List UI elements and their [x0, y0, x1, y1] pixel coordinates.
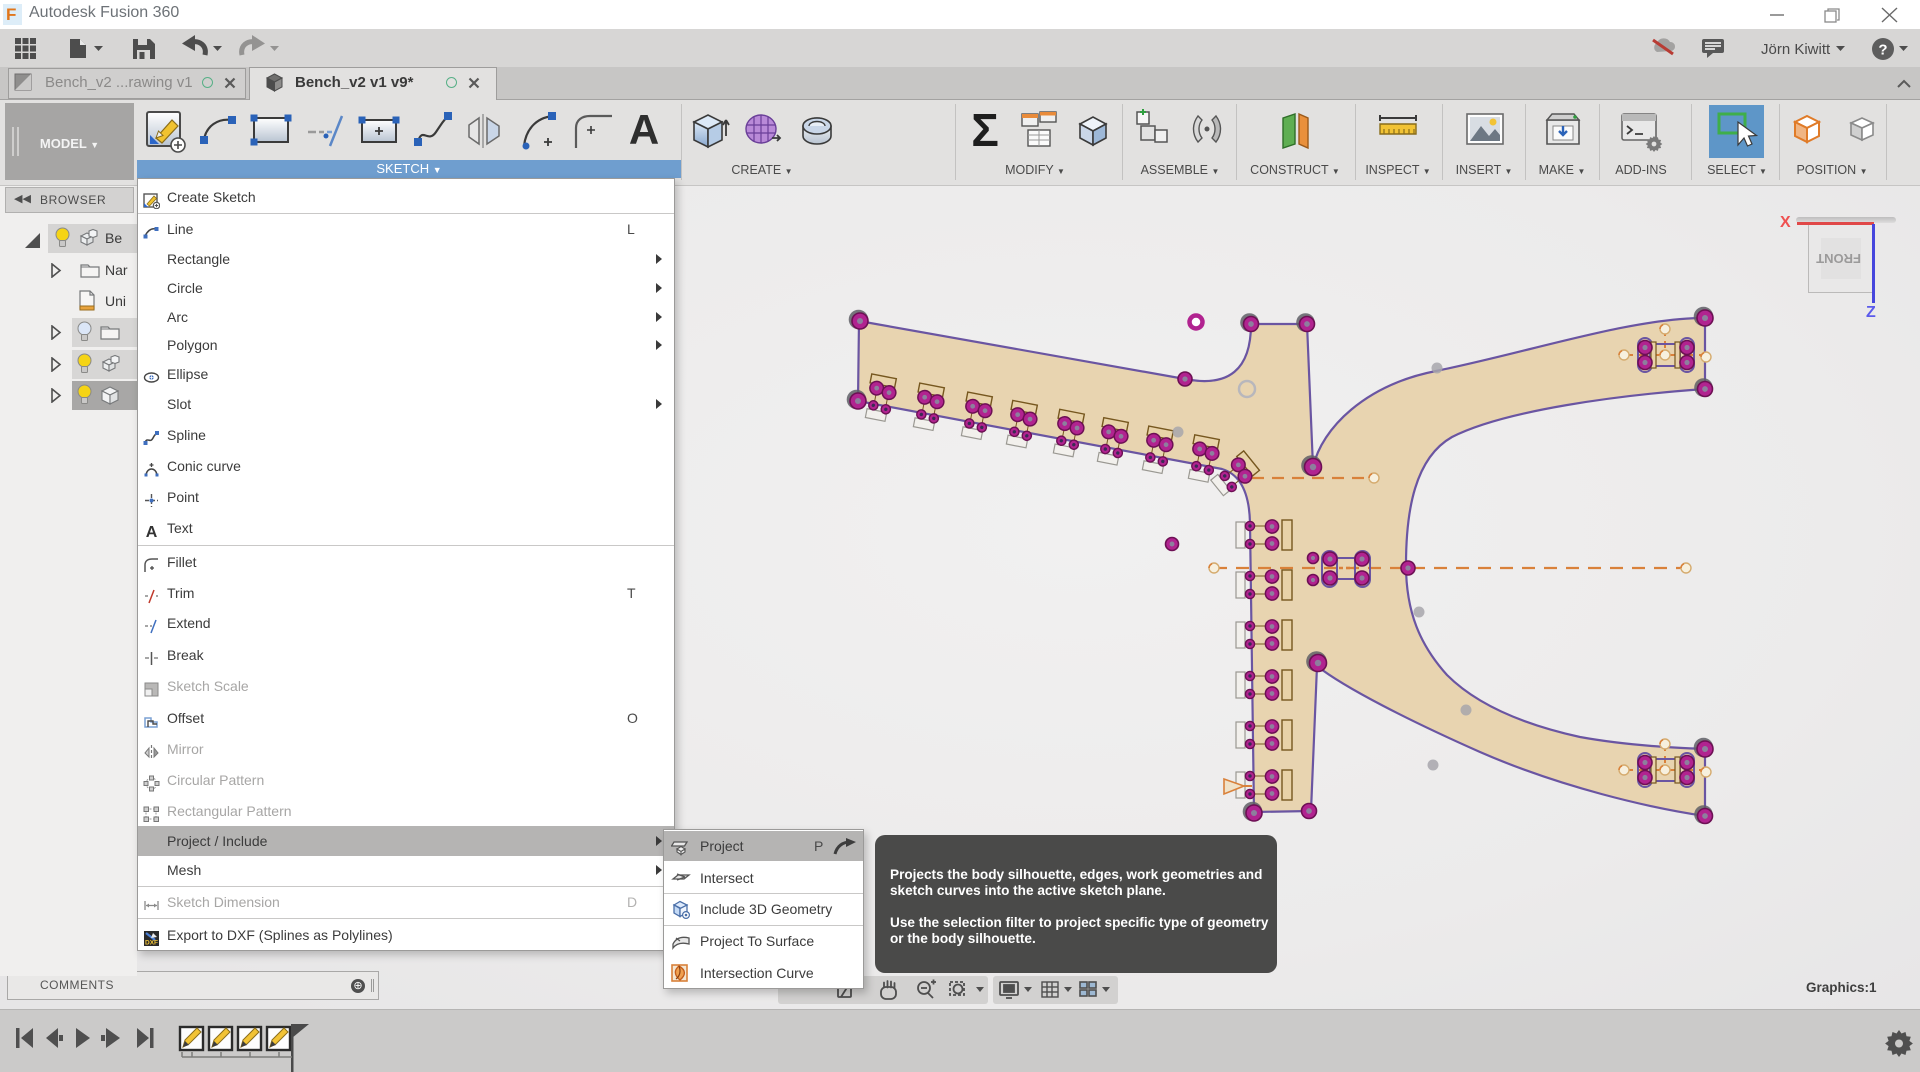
- svg-text:DXF: DXF: [145, 940, 158, 947]
- svg-text:Σ: Σ: [971, 106, 999, 156]
- svg-text:A: A: [629, 106, 659, 153]
- svg-text:?: ?: [1878, 42, 1887, 59]
- svg-text:A: A: [146, 524, 158, 540]
